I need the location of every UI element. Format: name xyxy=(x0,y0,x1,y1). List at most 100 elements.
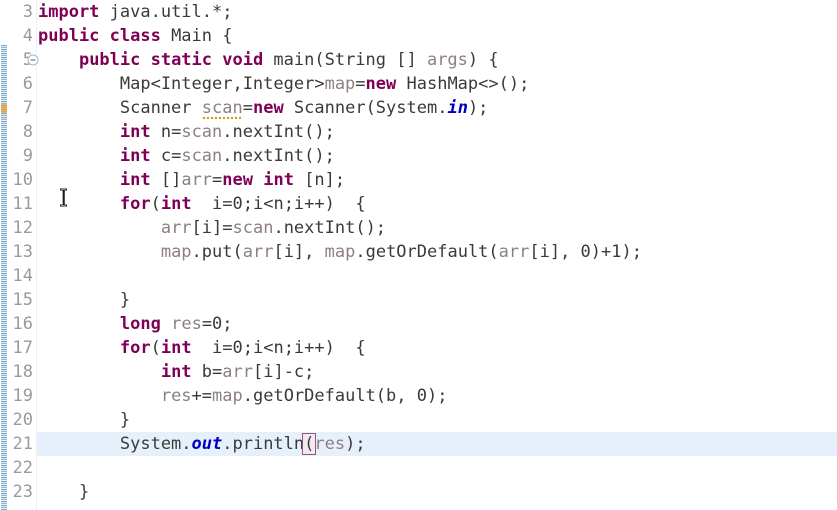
code-line[interactable]: res+=map.getOrDefault(b, 0); xyxy=(38,384,448,408)
code-token: map xyxy=(324,74,356,94)
code-line[interactable]: int n=scan.nextInt(); xyxy=(38,120,335,144)
code-token: .getOrDefault( xyxy=(355,242,499,262)
code-token: Scanner xyxy=(38,98,202,118)
code-line[interactable]: public static void main(String [] args) … xyxy=(38,48,499,72)
code-line[interactable]: int c=scan.nextInt(); xyxy=(38,144,335,168)
code-line[interactable]: int []arr=new int [n]; xyxy=(38,168,345,192)
line-number: 4 xyxy=(22,26,33,46)
code-token: n= xyxy=(150,122,182,142)
code-token: .nextInt(); xyxy=(222,122,335,142)
code-line[interactable]: public class Main { xyxy=(38,24,232,48)
code-token: main(String [] xyxy=(263,50,427,70)
code-text-area[interactable]: import java.util.*; public class Main { p… xyxy=(38,0,837,510)
code-token: Map<Integer,Integer> xyxy=(38,74,325,94)
code-token: arr xyxy=(222,362,253,382)
code-token: System. xyxy=(38,434,192,454)
code-token: .put( xyxy=(191,242,243,262)
code-token: [i]-c; xyxy=(252,362,315,382)
line-number: 12 xyxy=(12,218,33,238)
code-token: new int xyxy=(222,170,294,190)
code-token: i=0;i<n;i++) { xyxy=(191,194,366,214)
code-editor[interactable]: 34567891011121314151617181920212223 impo… xyxy=(0,0,837,510)
code-line[interactable]: for(int i=0;i<n;i++) { xyxy=(38,192,366,216)
code-token: [] xyxy=(150,170,182,190)
code-token: = xyxy=(212,170,223,190)
line-number: 19 xyxy=(12,386,33,406)
code-token: ); xyxy=(345,434,366,454)
code-line[interactable]: long res=0; xyxy=(38,312,233,336)
code-token: map xyxy=(160,242,192,262)
code-line[interactable]: Scanner scan=new Scanner(System.in); xyxy=(38,96,488,120)
code-token: ) { xyxy=(467,50,499,70)
code-token: int xyxy=(160,194,192,214)
code-token: res xyxy=(314,434,346,454)
code-token: map xyxy=(212,386,243,406)
code-line[interactable]: arr[i]=scan.nextInt(); xyxy=(38,216,386,240)
code-token: scan xyxy=(181,122,223,142)
code-token: [i], 0)+1); xyxy=(529,242,642,262)
code-token: long xyxy=(119,314,161,334)
line-number: 23 xyxy=(12,482,33,502)
code-token: int xyxy=(119,122,151,142)
code-token: java.util.*; xyxy=(99,2,233,22)
code-token: } xyxy=(38,290,131,310)
code-token: arr xyxy=(181,170,213,190)
code-line[interactable]: map.put(arr[i], map.getOrDefault(arr[i],… xyxy=(38,240,642,264)
line-number: 18 xyxy=(12,362,33,382)
code-token: scan xyxy=(181,146,223,166)
code-token: import xyxy=(38,2,100,22)
code-token: .println xyxy=(222,434,305,454)
code-token: HashMap<>(); xyxy=(396,74,530,94)
code-line[interactable]: Map<Integer,Integer>map=new HashMap<>(); xyxy=(38,72,529,96)
code-token: [n]; xyxy=(293,170,346,190)
code-line[interactable]: } xyxy=(38,480,89,504)
line-number: 10 xyxy=(12,170,33,190)
code-token: .nextInt(); xyxy=(222,146,335,166)
code-token: for xyxy=(119,338,151,358)
code-line[interactable]: } xyxy=(38,408,130,432)
line-number-gutter[interactable]: 34567891011121314151617181920212223 xyxy=(7,0,36,510)
code-token: out xyxy=(191,434,223,454)
gutter-separator xyxy=(36,0,37,510)
code-token: map xyxy=(324,242,356,262)
code-token: Main { xyxy=(160,26,233,46)
code-token: res xyxy=(160,386,192,406)
code-line[interactable]: import java.util.*; xyxy=(38,0,232,24)
code-token: =0; xyxy=(201,314,233,334)
line-number: 14 xyxy=(12,266,33,286)
code-token: public static void xyxy=(78,50,264,70)
code-token: scan xyxy=(232,218,274,238)
code-token: new xyxy=(252,98,284,118)
code-token: Scanner(System. xyxy=(283,98,448,118)
code-token: int xyxy=(119,146,151,166)
code-line[interactable]: int b=arr[i]-c; xyxy=(38,360,315,384)
code-line[interactable]: for(int i=0;i<n;i++) { xyxy=(38,336,366,360)
code-token: arr xyxy=(498,242,530,262)
code-token: in xyxy=(447,98,468,118)
code-token: new xyxy=(365,74,397,94)
code-token: for xyxy=(119,194,151,214)
code-token: [i], xyxy=(273,242,325,262)
line-number: 15 xyxy=(12,290,33,310)
code-line[interactable]: System.out.println(res); xyxy=(38,432,366,456)
code-line[interactable]: } xyxy=(38,288,130,312)
line-number: 16 xyxy=(12,314,33,334)
text-ibeam-cursor-icon xyxy=(59,188,68,207)
line-number: 3 xyxy=(22,2,33,22)
code-token: = xyxy=(242,98,253,118)
line-number: 11 xyxy=(12,194,33,214)
code-token: int xyxy=(119,170,151,190)
line-number: 7 xyxy=(22,98,33,118)
code-token: = xyxy=(355,74,366,94)
code-token: args xyxy=(426,50,468,70)
line-number: 9 xyxy=(22,146,33,166)
code-token: res xyxy=(171,314,202,334)
